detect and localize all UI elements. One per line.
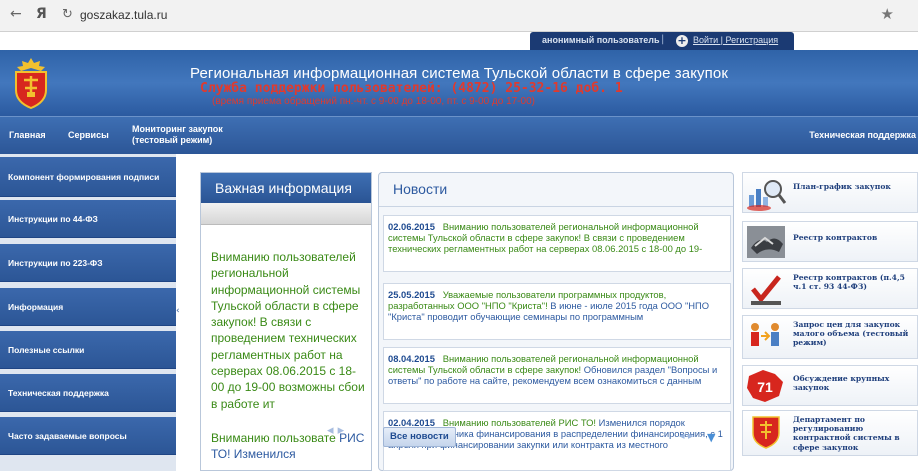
nav-tech-support[interactable]: Техническая поддержка	[809, 130, 916, 140]
sidebar-item-info[interactable]: Информация	[0, 288, 176, 326]
main-nav: Главная Сервисы Мониторинг закупок (тест…	[0, 116, 918, 154]
nav-services[interactable]: Сервисы	[68, 130, 109, 140]
quick-link-label: Реестр контрактов	[793, 233, 878, 242]
quick-link-price-request[interactable]: Запрос цен для закупок малого объема (те…	[742, 315, 918, 359]
quick-link-label: Департамент по регулированию контрактной…	[793, 415, 900, 452]
sidebar-item-label: Полезные ссылки	[8, 344, 85, 355]
all-news-button[interactable]: Все новости	[383, 427, 456, 447]
quick-link-label: План-график закупок	[793, 182, 891, 191]
checkmark-ballot-icon	[751, 275, 781, 305]
sidebar-item-signature[interactable]: Компонент формирования подписи	[0, 157, 176, 197]
sidebar-collapse-icon[interactable]: ‹	[176, 306, 184, 322]
news-date: 25.05.2015	[388, 289, 435, 300]
sidebar-item-label: Инструкции по 223-ФЗ	[8, 257, 103, 268]
bookmark-star-icon[interactable]: ★	[881, 5, 894, 23]
sidebar: Компонент формирования подписи Инструкци…	[0, 154, 180, 471]
important-info-panel: Важная информация Вниманию пользователей…	[200, 172, 372, 471]
news-divider	[379, 206, 733, 207]
important-info-text: Вниманию пользователей региональной инфо…	[211, 250, 365, 411]
quick-link-label: Реестр контрактов (п.4,5 ч.1 ст. 93 44-Ф…	[793, 273, 905, 292]
address-bar[interactable]: goszakaz.tula.ru	[80, 8, 167, 22]
tula-emblem-icon	[752, 416, 780, 449]
back-icon[interactable]: ←	[10, 6, 22, 22]
chevron-down-icon[interactable]: ▼	[707, 431, 715, 444]
news-body: Вниманию пользователей РИС ТО!	[442, 417, 599, 428]
quick-link-contracts-93[interactable]: Реестр контрактов (п.4,5 ч.1 ст. 93 44-Ф…	[742, 268, 918, 309]
important-info-arrows-icon[interactable]: ◂ ▸	[327, 423, 344, 438]
nav-home[interactable]: Главная	[9, 130, 46, 140]
news-panel: Новости 02.06.2015 Вниманию пользователе…	[378, 172, 734, 471]
quick-link-department[interactable]: Департамент по регулированию контрактной…	[742, 410, 918, 456]
news-item[interactable]: 02.06.2015 Вниманию пользователей регион…	[383, 215, 731, 272]
chart-magnifier-icon	[747, 180, 787, 211]
sidebar-item-label: Компонент формирования подписи	[8, 171, 160, 182]
quick-link-plan[interactable]: План-график закупок	[742, 172, 918, 213]
support-phone: Служба поддержки пользователей: (4872) 2…	[200, 81, 623, 96]
quick-link-contracts[interactable]: Реестр контрактов	[742, 221, 918, 262]
news-date: 02.06.2015	[388, 221, 435, 232]
user-bar: анонимный пользователь | + Войти | Регис…	[0, 32, 918, 50]
news-arrows-icon[interactable]: ◂ ▸	[679, 429, 694, 442]
people-arrows-icon	[751, 323, 779, 346]
important-info-title: Важная информация	[201, 173, 371, 203]
quick-link-label: Запрос цен для закупок малого объема (те…	[793, 320, 909, 348]
site-header: Региональная информационная система Туль…	[0, 50, 918, 116]
handshake-icon	[747, 226, 785, 258]
browser-toolbar: ← Я ↻ goszakaz.tula.ru ★	[0, 0, 918, 32]
login-register-link[interactable]: Войти | Регистрация	[693, 35, 778, 45]
region-71-icon: 71	[747, 370, 783, 402]
news-body: Вниманию пользователей региональной инфо…	[388, 221, 703, 254]
quick-link-discussion[interactable]: 71 Обсуждение крупных закупок	[742, 365, 918, 406]
sidebar-item-label: Техническая поддержка	[8, 387, 109, 398]
sidebar-item-label: Часто задаваемые вопросы	[8, 430, 127, 441]
sidebar-item-links[interactable]: Полезные ссылки	[0, 331, 176, 369]
support-hours: (время приема обращений пн.-чт. с 9-00 д…	[212, 96, 535, 107]
news-date: 08.04.2015	[388, 353, 435, 364]
anonymous-user-label: анонимный пользователь	[542, 35, 660, 45]
reload-icon[interactable]: ↻	[62, 7, 73, 22]
news-item[interactable]: 25.05.2015 Уважаемые пользователи програ…	[383, 283, 731, 340]
sidebar-item-44fz[interactable]: Инструкции по 44-ФЗ	[0, 200, 176, 238]
important-info-text-2-prefix: Вниманию пользовате	[211, 431, 336, 445]
plus-icon[interactable]: +	[676, 35, 688, 47]
yandex-icon[interactable]: Я	[36, 6, 47, 22]
quick-link-label: Обсуждение крупных закупок	[793, 374, 890, 393]
region-71-badge: 71	[757, 379, 773, 395]
news-title: Новости	[393, 181, 448, 197]
important-info-bar	[201, 203, 371, 225]
sidebar-item-tech-support[interactable]: Техническая поддержка	[0, 374, 176, 412]
sidebar-item-223fz[interactable]: Инструкции по 223-ФЗ	[0, 244, 176, 282]
sidebar-item-label: Инструкции по 44-ФЗ	[8, 213, 98, 224]
sidebar-item-faq[interactable]: Часто задаваемые вопросы	[0, 417, 176, 455]
quick-links: План-график закупок Реестр контрактов Ре…	[742, 172, 918, 471]
sidebar-item-label: Информация	[8, 301, 64, 312]
user-bar-separator: |	[661, 34, 665, 45]
news-item[interactable]: 08.04.2015 Вниманию пользователей регион…	[383, 347, 731, 404]
nav-monitoring[interactable]: Мониторинг закупок (тестовый режим)	[132, 124, 242, 146]
page-title: Региональная информационная система Туль…	[190, 65, 728, 82]
